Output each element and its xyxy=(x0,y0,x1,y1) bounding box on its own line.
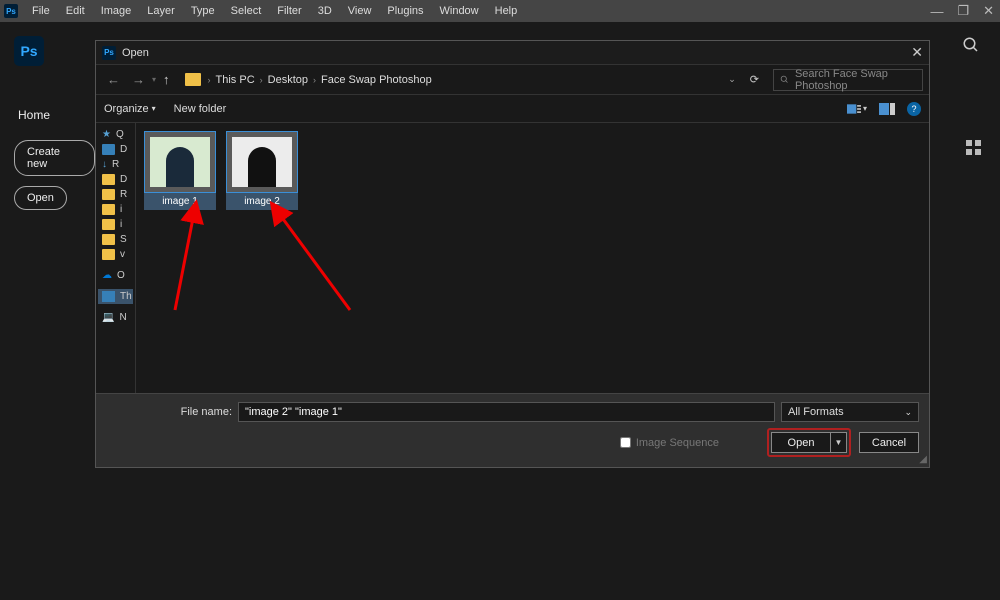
image-sequence-checkbox[interactable]: Image Sequence xyxy=(620,437,719,449)
open-button[interactable]: Open xyxy=(14,186,67,210)
file-label: image 1 xyxy=(144,193,216,210)
window-minimize-icon[interactable]: — xyxy=(930,4,943,19)
sidebar-item[interactable]: i xyxy=(98,217,133,232)
chevron-right-icon: › xyxy=(208,75,211,85)
home-right-rail xyxy=(942,22,1000,600)
resize-grip-icon[interactable]: ◢ xyxy=(919,454,927,465)
dialog-footer: File name: All Formats⌄ Image Sequence O… xyxy=(96,393,929,467)
sidebar-item[interactable]: i xyxy=(98,202,133,217)
ps-logo-icon: Ps xyxy=(4,4,18,18)
menu-plugins[interactable]: Plugins xyxy=(379,5,431,17)
search-input[interactable]: Search Face Swap Photoshop xyxy=(773,69,923,91)
menu-image[interactable]: Image xyxy=(93,5,140,17)
crumb-desktop[interactable]: Desktop xyxy=(268,74,308,86)
search-placeholder: Search Face Swap Photoshop xyxy=(795,68,916,92)
search-icon[interactable] xyxy=(962,36,980,54)
crumb-folder[interactable]: Face Swap Photoshop xyxy=(321,74,432,86)
view-mode-button[interactable]: ▾ xyxy=(847,101,867,117)
nav-up-icon[interactable]: ↑ xyxy=(158,72,175,87)
menu-filter[interactable]: Filter xyxy=(269,5,309,17)
image-sequence-input[interactable] xyxy=(620,437,631,448)
file-list[interactable]: image 1 image 2 xyxy=(136,123,929,393)
app-menubar: Ps File Edit Image Layer Type Select Fil… xyxy=(0,0,1000,22)
crumb-thispc[interactable]: This PC xyxy=(216,74,255,86)
search-icon xyxy=(780,74,789,85)
menu-help[interactable]: Help xyxy=(487,5,526,17)
create-new-button[interactable]: Create new xyxy=(14,140,95,176)
breadcrumb[interactable]: › This PC › Desktop › Face Swap Photosho… xyxy=(208,74,727,86)
chevron-right-icon: › xyxy=(260,75,263,85)
format-select[interactable]: All Formats⌄ xyxy=(781,402,919,422)
sidebar-item[interactable]: R xyxy=(98,187,133,202)
sidebar-item[interactable]: ↓R xyxy=(98,157,133,172)
open-file-dialog: Ps Open ✕ ← → ▾ ↑ › This PC › Desktop › … xyxy=(95,40,930,468)
menu-file[interactable]: File xyxy=(24,5,58,17)
menu-view[interactable]: View xyxy=(340,5,380,17)
sidebar-onedrive[interactable]: ☁O xyxy=(98,268,133,283)
menu-3d[interactable]: 3D xyxy=(310,5,340,17)
home-left-rail: Ps Home Create new Open xyxy=(0,22,95,600)
file-label: image 2 xyxy=(226,193,298,210)
menu-edit[interactable]: Edit xyxy=(58,5,93,17)
dialog-sidebar: ★Q D ↓R D R i i S v ☁O Th 💻N xyxy=(96,123,136,393)
help-icon[interactable]: ? xyxy=(907,102,921,116)
grid-view-icon[interactable] xyxy=(966,140,982,156)
sidebar-item[interactable]: D xyxy=(98,172,133,187)
sidebar-item[interactable]: v xyxy=(98,247,133,262)
ps-app-icon: Ps xyxy=(14,36,44,66)
new-folder-button[interactable]: New folder xyxy=(174,103,227,115)
sidebar-this-pc[interactable]: Th xyxy=(98,289,133,304)
window-restore-icon[interactable]: ❐ xyxy=(957,3,969,19)
menu-type[interactable]: Type xyxy=(183,5,223,17)
sidebar-item[interactable]: S xyxy=(98,232,133,247)
refresh-icon[interactable]: ⟳ xyxy=(744,73,765,86)
dialog-open-button[interactable]: Open xyxy=(771,432,831,453)
organize-button[interactable]: Organize▾ xyxy=(104,103,156,115)
file-thumb-image1[interactable]: image 1 xyxy=(144,131,216,210)
sidebar-network[interactable]: 💻N xyxy=(98,310,133,325)
ps-tiny-icon: Ps xyxy=(102,46,116,60)
menu-window[interactable]: Window xyxy=(432,5,487,17)
dialog-toolbar: Organize▾ New folder ▾ ? xyxy=(96,95,929,123)
dialog-titlebar: Ps Open ✕ xyxy=(96,41,929,65)
sidebar-quick-access[interactable]: ★Q xyxy=(98,127,133,142)
dialog-nav: ← → ▾ ↑ › This PC › Desktop › Face Swap … xyxy=(96,65,929,95)
sidebar-item[interactable]: D xyxy=(98,142,133,157)
folder-icon xyxy=(185,73,201,86)
nav-forward-icon[interactable]: → xyxy=(127,72,150,87)
menu-layer[interactable]: Layer xyxy=(139,5,183,17)
open-dropdown-button[interactable]: ▼ xyxy=(831,432,847,453)
dialog-cancel-button[interactable]: Cancel xyxy=(859,432,919,453)
window-close-icon[interactable]: ✕ xyxy=(983,3,994,19)
file-thumb-image2[interactable]: image 2 xyxy=(226,131,298,210)
dialog-title: Open xyxy=(122,47,149,59)
dialog-body: ★Q D ↓R D R i i S v ☁O Th 💻N image 1 ima… xyxy=(96,123,929,393)
filename-label: File name: xyxy=(106,406,232,418)
dialog-close-icon[interactable]: ✕ xyxy=(911,44,923,61)
nav-back-icon[interactable]: ← xyxy=(102,72,125,87)
filename-input[interactable] xyxy=(238,402,775,422)
nav-dropdown-icon[interactable]: ▾ xyxy=(152,75,156,84)
preview-pane-button[interactable] xyxy=(877,101,897,117)
chevron-right-icon: › xyxy=(313,75,316,85)
open-button-highlight: Open ▼ xyxy=(767,428,851,457)
home-label[interactable]: Home xyxy=(18,108,95,122)
address-dropdown-icon[interactable]: ⌄ xyxy=(728,74,736,85)
menu-select[interactable]: Select xyxy=(223,5,270,17)
